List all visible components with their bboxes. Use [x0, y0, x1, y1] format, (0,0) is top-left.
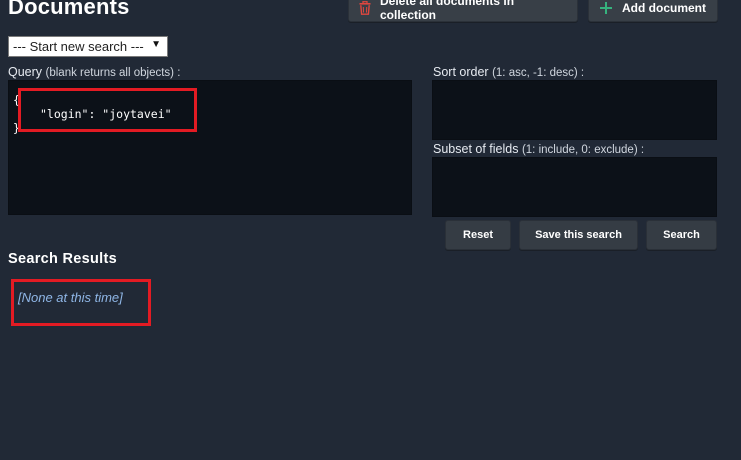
- search-results-title: Search Results: [8, 251, 117, 267]
- sort-order-editor[interactable]: [432, 80, 717, 140]
- delete-all-documents-label: Delete all documents in collection: [380, 0, 515, 22]
- query-hint: (blank returns all objects) :: [45, 67, 181, 79]
- add-document-button[interactable]: Add document: [588, 0, 718, 22]
- sort-order-label-text: Sort order: [433, 65, 489, 79]
- query-label-text: Query: [8, 65, 43, 79]
- fields-subset-editor[interactable]: [432, 157, 717, 217]
- add-document-label: Add document: [622, 1, 706, 15]
- trash-icon: [359, 1, 371, 15]
- plus-icon: [599, 1, 613, 15]
- caret-down-icon: ▼: [151, 39, 161, 50]
- fields-subset-label: Subset of fields (1: include, 0: exclude…: [433, 142, 644, 156]
- reset-button[interactable]: Reset: [445, 220, 511, 250]
- sort-order-label: Sort order (1: asc, -1: desc) :: [433, 65, 584, 79]
- query-highlight-box: [18, 88, 197, 132]
- saved-search-selected: --- Start new search ---: [13, 39, 144, 54]
- sort-order-hint: (1: asc, -1: desc) :: [492, 67, 585, 79]
- query-label: Query (blank returns all objects) :: [8, 65, 180, 79]
- documents-page: Documents Delete all documents in collec…: [0, 0, 741, 460]
- save-search-button[interactable]: Save this search: [519, 220, 638, 250]
- delete-all-documents-button[interactable]: Delete all documents in collection: [348, 0, 578, 22]
- search-button[interactable]: Search: [646, 220, 717, 250]
- fields-subset-label-text: Subset of fields: [433, 142, 519, 156]
- fields-subset-hint: (1: include, 0: exclude) :: [521, 144, 645, 156]
- page-title: Documents: [8, 0, 130, 19]
- saved-search-select[interactable]: --- Start new search --- ▼: [8, 36, 168, 57]
- results-highlight-box: [11, 279, 151, 326]
